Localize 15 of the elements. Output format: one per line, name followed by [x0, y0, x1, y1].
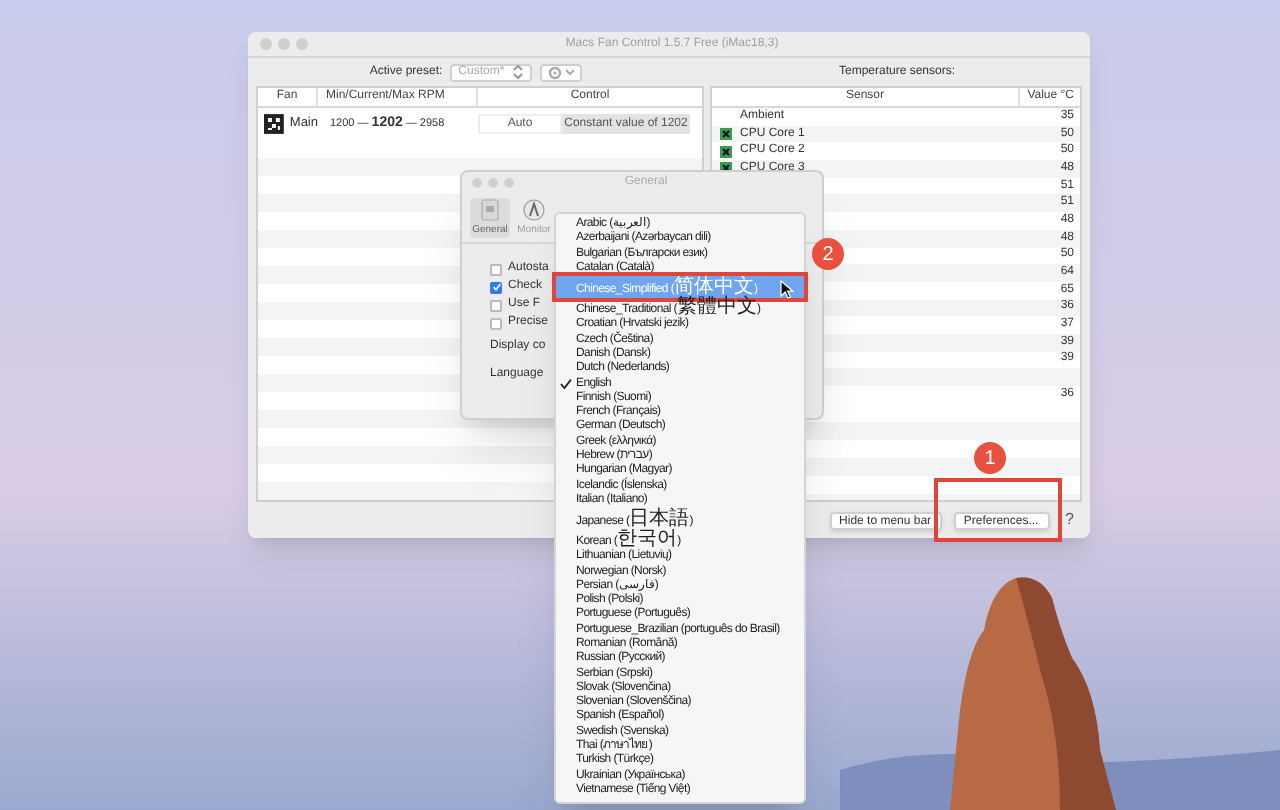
checkbox[interactable]: [490, 317, 502, 329]
chevron-icon: [512, 64, 525, 80]
settings-icon: [548, 65, 563, 79]
caret-icon: [566, 68, 575, 76]
chip-icon: [720, 145, 732, 158]
highlight-box: [934, 478, 1062, 542]
window-icon: [478, 197, 502, 221]
gear-button[interactable]: [540, 63, 583, 81]
grid-icon: [264, 114, 284, 134]
letter-icon: [522, 197, 546, 221]
checkbox[interactable]: [490, 263, 502, 275]
chip-icon: [720, 128, 732, 141]
cursor-icon: [780, 280, 794, 301]
help-button[interactable]: ?: [1061, 508, 1074, 532]
checkbox[interactable]: [490, 299, 502, 311]
